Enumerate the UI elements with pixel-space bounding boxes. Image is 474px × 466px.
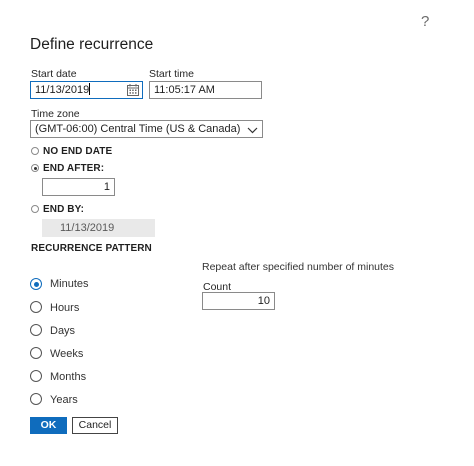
time-zone-label: Time zone [31, 108, 80, 120]
pattern-label-days: Days [50, 325, 76, 337]
no-end-date-label: NO END DATE [43, 146, 113, 157]
start-date-value: 11/13/2019 [35, 84, 90, 96]
time-zone-select[interactable]: (GMT-06:00) Central Time (US & Canada) [30, 120, 263, 138]
end-by-radio[interactable] [31, 205, 39, 213]
ok-button[interactable]: OK [30, 417, 67, 434]
dialog-title: Define recurrence [30, 36, 154, 53]
start-date-field[interactable]: 11/13/2019 [30, 81, 143, 99]
pattern-label-months: Months [50, 371, 87, 383]
end-by-value: 11/13/2019 [60, 222, 115, 234]
count-value: 10 [257, 295, 270, 307]
calendar-icon[interactable] [127, 84, 139, 101]
start-date-label: Start date [31, 68, 77, 80]
start-time-value: 11:05:17 AM [154, 84, 215, 96]
start-time-field[interactable]: 11:05:17 AM [149, 81, 262, 99]
count-input[interactable]: 10 [202, 292, 275, 310]
recurrence-pattern-heading: RECURRENCE PATTERN [31, 243, 152, 254]
end-after-occurrences-input[interactable]: 1 [42, 178, 115, 196]
end-after-value: 1 [103, 181, 110, 193]
end-after-radio[interactable] [31, 164, 39, 172]
pattern-label-minutes: Minutes [50, 278, 89, 290]
pattern-radio-minutes[interactable] [30, 278, 42, 290]
pattern-radio-weeks[interactable] [30, 347, 42, 359]
text-caret [89, 83, 91, 95]
start-time-label: Start time [149, 68, 194, 80]
pattern-radio-months[interactable] [30, 370, 42, 382]
time-zone-value: (GMT-06:00) Central Time (US & Canada) [35, 123, 241, 135]
cancel-button[interactable]: Cancel [72, 417, 118, 434]
chevron-down-icon [247, 124, 258, 140]
pattern-label-years: Years [50, 394, 78, 406]
no-end-date-radio[interactable] [31, 147, 39, 155]
end-after-label: END AFTER: [43, 163, 105, 174]
help-icon[interactable]: ? [421, 13, 429, 30]
pattern-label-hours: Hours [50, 302, 80, 314]
end-by-label: END BY: [43, 204, 85, 215]
pattern-description: Repeat after specified number of minutes [202, 261, 395, 273]
pattern-label-weeks: Weeks [50, 348, 84, 360]
pattern-radio-days[interactable] [30, 324, 42, 336]
end-by-date-field: 11/13/2019 [42, 219, 155, 237]
pattern-radio-hours[interactable] [30, 301, 42, 313]
pattern-radio-years[interactable] [30, 393, 42, 405]
